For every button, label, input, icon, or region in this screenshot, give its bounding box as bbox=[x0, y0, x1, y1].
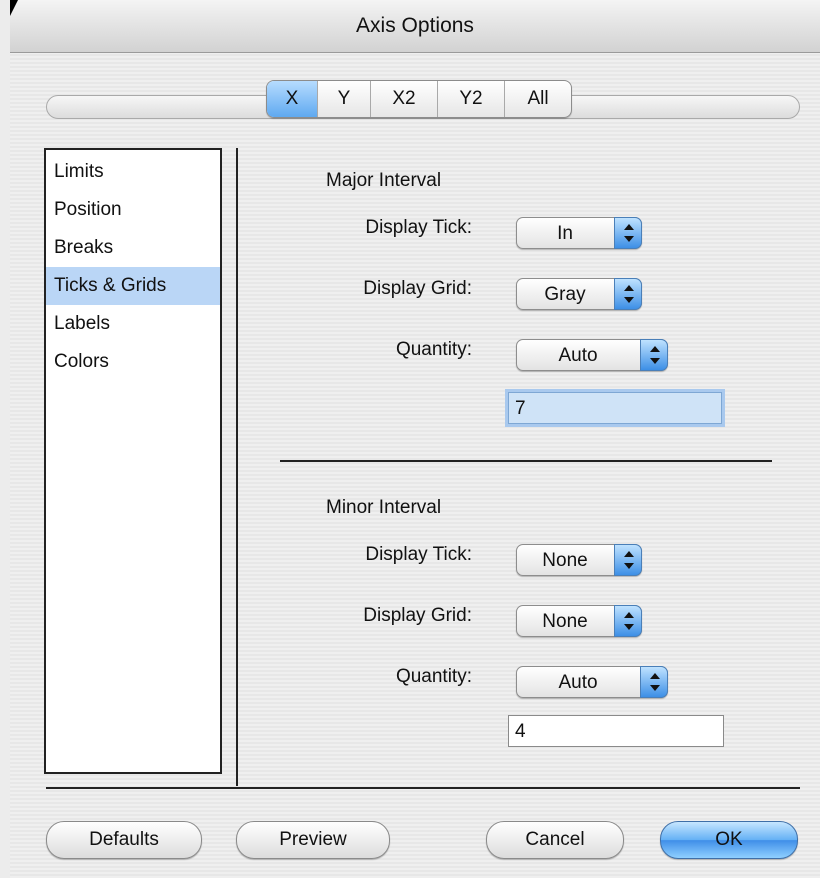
minor-tick-label: Display Tick: bbox=[365, 544, 472, 565]
window-title: Axis Options bbox=[10, 0, 820, 53]
ok-button[interactable]: OK bbox=[660, 821, 798, 859]
sidebar-item-limits[interactable]: Limits bbox=[46, 153, 220, 191]
sidebar-item-position[interactable]: Position bbox=[46, 191, 220, 229]
major-grid-popup[interactable]: Gray bbox=[516, 278, 642, 310]
popup-arrows-icon bbox=[614, 278, 642, 310]
major-grid-value: Gray bbox=[544, 284, 586, 305]
tab-y[interactable]: Y bbox=[317, 81, 370, 117]
major-tick-label: Display Tick: bbox=[365, 217, 472, 238]
vertical-divider bbox=[236, 148, 238, 786]
major-quantity-label: Quantity: bbox=[395, 339, 472, 360]
minor-interval-title: Minor Interval bbox=[326, 497, 442, 518]
minor-grid-label: Display Grid: bbox=[363, 605, 472, 626]
sidebar-item-colors[interactable]: Colors bbox=[46, 343, 220, 381]
footer-divider bbox=[46, 787, 800, 789]
minor-quantity-value: Auto bbox=[558, 672, 598, 693]
popup-arrows-icon bbox=[614, 217, 642, 249]
tab-y2[interactable]: Y2 bbox=[437, 81, 504, 117]
minor-grid-popup[interactable]: None bbox=[516, 605, 642, 637]
section-divider bbox=[280, 460, 772, 462]
minor-grid-value: None bbox=[542, 611, 588, 632]
major-tick-value: In bbox=[557, 223, 573, 244]
sidebar-item-labels[interactable]: Labels bbox=[46, 305, 220, 343]
major-quantity-value: Auto bbox=[558, 345, 598, 366]
major-quantity-field[interactable]: 7 bbox=[508, 392, 722, 424]
axis-options-window: Axis Options X Y X2 Y2 All Limits Positi… bbox=[10, 0, 820, 878]
minor-tick-popup[interactable]: None bbox=[516, 544, 642, 576]
minor-quantity-popup[interactable]: Auto bbox=[516, 666, 668, 698]
sidebar-item-breaks[interactable]: Breaks bbox=[46, 229, 220, 267]
preview-button[interactable]: Preview bbox=[236, 821, 390, 859]
axis-tab-bar: X Y X2 Y2 All bbox=[266, 80, 572, 118]
major-quantity-popup[interactable]: Auto bbox=[516, 339, 668, 371]
category-list: Limits Position Breaks Ticks & Grids Lab… bbox=[44, 148, 222, 774]
popup-arrows-icon bbox=[640, 339, 668, 371]
popup-arrows-icon bbox=[640, 666, 668, 698]
tab-all[interactable]: All bbox=[504, 81, 571, 117]
minor-quantity-label: Quantity: bbox=[395, 666, 472, 687]
sidebar-item-ticks-grids[interactable]: Ticks & Grids bbox=[46, 267, 220, 305]
cancel-button[interactable]: Cancel bbox=[486, 821, 624, 859]
defaults-button[interactable]: Defaults bbox=[46, 821, 202, 859]
major-interval-title: Major Interval bbox=[326, 170, 442, 191]
minor-tick-value: None bbox=[542, 550, 588, 571]
major-tick-popup[interactable]: In bbox=[516, 217, 642, 249]
tab-x[interactable]: X bbox=[267, 81, 317, 117]
popup-arrows-icon bbox=[614, 605, 642, 637]
popup-arrows-icon bbox=[614, 544, 642, 576]
tab-x2[interactable]: X2 bbox=[370, 81, 437, 117]
minor-quantity-field[interactable]: 4 bbox=[508, 715, 724, 747]
major-grid-label: Display Grid: bbox=[363, 278, 472, 299]
